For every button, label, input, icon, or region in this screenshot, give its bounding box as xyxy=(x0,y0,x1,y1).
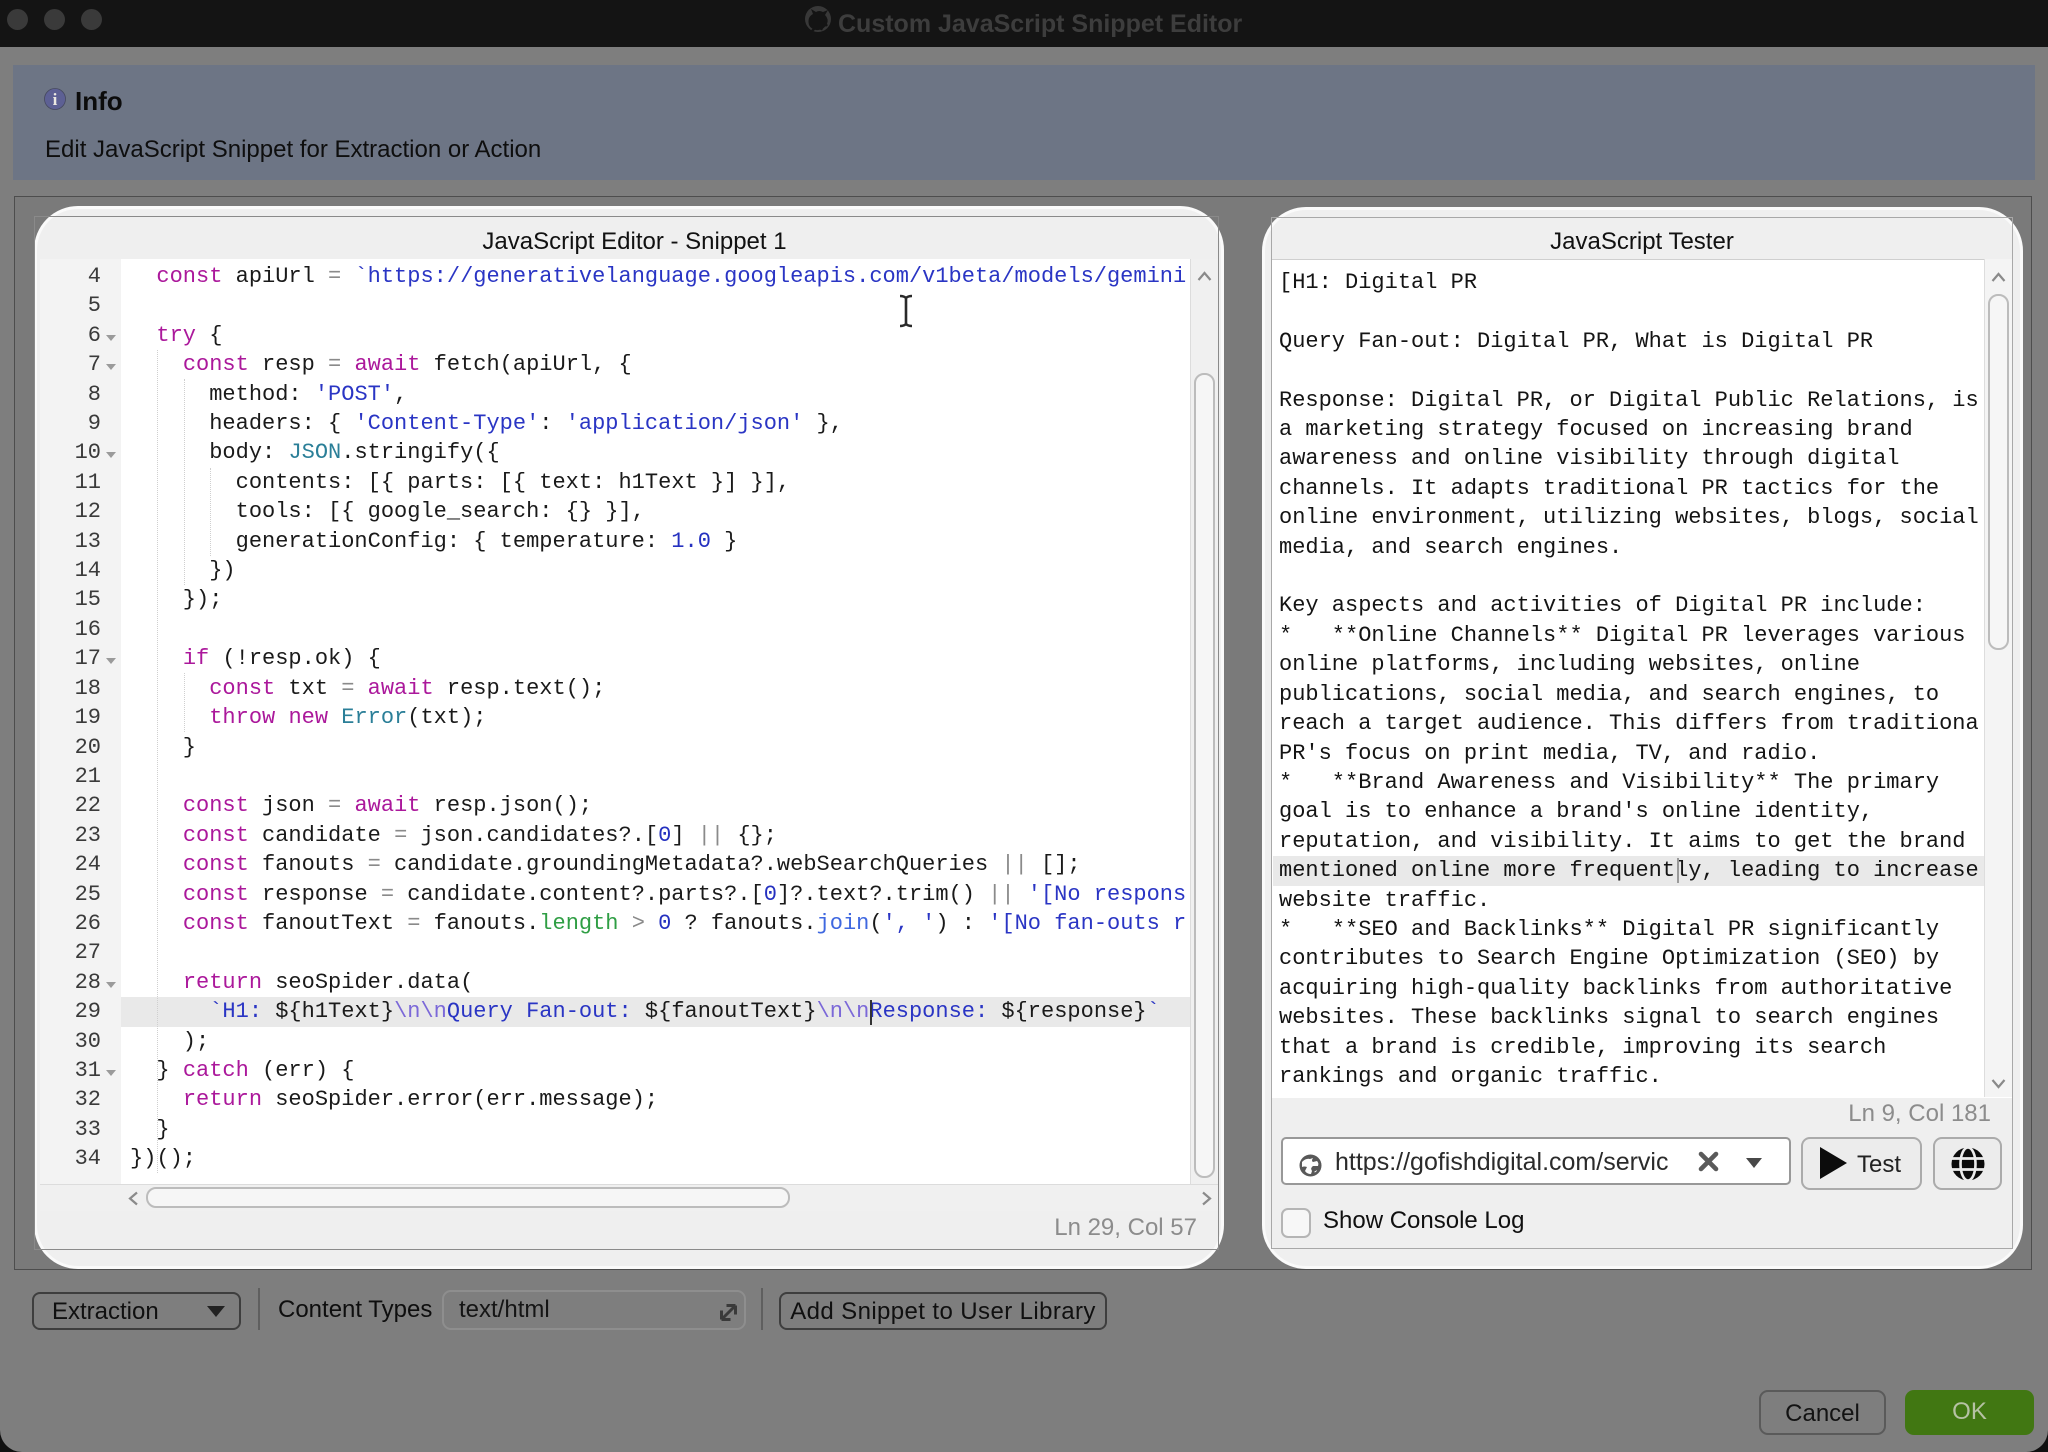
svg-text:i: i xyxy=(53,90,58,109)
